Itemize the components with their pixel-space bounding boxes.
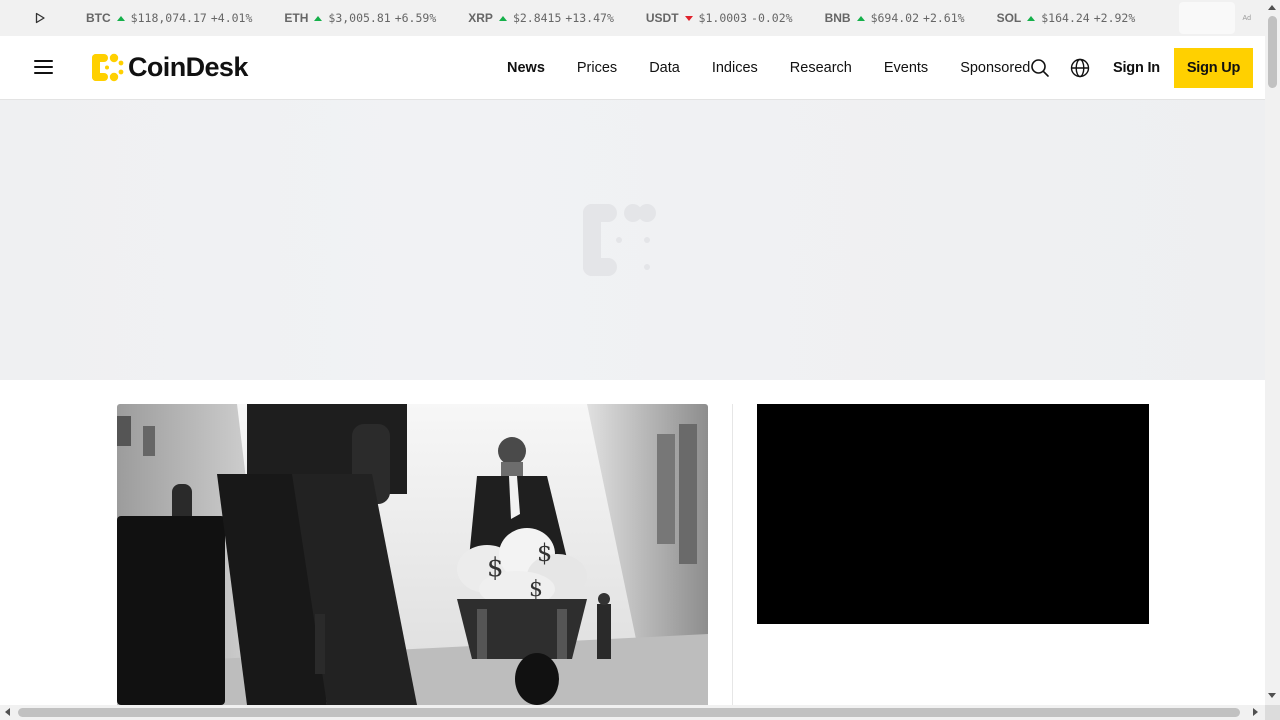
horizontal-scroll-thumb[interactable]	[18, 708, 1240, 717]
ticker-change: -0.02%	[751, 11, 793, 25]
ticker-price: $118,074.17	[130, 11, 207, 25]
video-player[interactable]	[757, 404, 1149, 624]
ticker-change: +13.47%	[565, 11, 614, 25]
vertical-scroll-thumb[interactable]	[1268, 16, 1277, 88]
ticker-item[interactable]: USDT $1.0003 -0.02%	[646, 11, 793, 25]
nav-events[interactable]: Events	[868, 60, 944, 76]
ticker-price: $694.02	[870, 11, 920, 25]
arrow-up-icon	[856, 15, 865, 21]
globe-icon[interactable]	[1069, 57, 1091, 79]
svg-text:$: $	[537, 539, 552, 567]
nav-data[interactable]: Data	[633, 60, 696, 76]
hamburger-menu-icon[interactable]	[34, 60, 53, 76]
nav-news[interactable]: News	[491, 60, 561, 76]
ticker-symbol: BTC	[86, 11, 111, 25]
svg-text:$: $	[529, 577, 543, 602]
site-header: CoinDesk News Prices Data Indices Research Ev…	[0, 36, 1265, 100]
ticker-price: $2.8415	[512, 11, 562, 25]
ticker-change: +2.92%	[1093, 11, 1136, 25]
ticker-symbol: XRP	[468, 11, 493, 25]
sign-in-link[interactable]: Sign In	[1113, 60, 1160, 76]
horizontal-scrollbar[interactable]	[0, 705, 1265, 720]
coindesk-placeholder-icon	[583, 204, 656, 276]
sign-up-button[interactable]: Sign Up	[1174, 48, 1253, 88]
ticker-item[interactable]: SOL $164.24 +2.92%	[997, 11, 1136, 25]
ad-label: Ad	[1242, 14, 1251, 22]
scroll-right-icon[interactable]	[1253, 708, 1258, 716]
ticker-item[interactable]: ETH $3,005.81 +6.59%	[284, 11, 436, 25]
scroll-left-icon[interactable]	[5, 708, 10, 716]
ticker-item[interactable]: BNB $694.02 +2.61%	[825, 11, 965, 25]
ticker-symbol: SOL	[996, 11, 1022, 25]
nav-prices[interactable]: Prices	[561, 60, 633, 76]
arrow-up-icon	[314, 15, 323, 21]
svg-text:$: $	[487, 553, 504, 583]
play-icon[interactable]	[28, 12, 52, 24]
ticker-symbol: BNB	[824, 11, 851, 25]
ticker-change: +6.59%	[394, 11, 437, 25]
price-ticker: BTC $118,074.17 +4.01% ETH $3,005.81 +6.59% XR…	[0, 0, 1265, 36]
ad-logo	[1179, 2, 1235, 34]
ticker-item[interactable]: BTC $118,074.17 +4.01%	[86, 11, 252, 25]
coindesk-logo-icon	[92, 53, 124, 82]
ticker-change: +4.01%	[210, 11, 253, 25]
nav-indices[interactable]: Indices	[696, 60, 774, 76]
ticker-price: $3,005.81	[328, 11, 391, 25]
ticker-symbol: USDT	[645, 11, 679, 25]
ticker-item[interactable]: XRP $2.8415 +13.47%	[468, 11, 614, 25]
hero-photo: $ $ $	[117, 404, 708, 705]
arrow-up-icon	[116, 15, 125, 21]
search-icon[interactable]	[1029, 57, 1051, 79]
ticker-price: $164.24	[1041, 11, 1090, 25]
ticker-symbol: ETH	[284, 11, 309, 25]
scrollbar-corner	[1265, 705, 1280, 720]
coindesk-logo[interactable]: CoinDesk	[92, 51, 248, 84]
vertical-scrollbar[interactable]	[1265, 0, 1280, 705]
hero-article-image[interactable]: $ $ $	[117, 404, 708, 705]
ticker-ad[interactable]: Ad	[1161, 0, 1251, 36]
nav-research[interactable]: Research	[774, 60, 868, 76]
logo-text: CoinDesk	[128, 52, 248, 82]
column-divider	[732, 404, 733, 709]
arrow-up-icon	[498, 15, 507, 21]
scroll-down-icon[interactable]	[1268, 693, 1276, 698]
ticker-items: BTC $118,074.17 +4.01% ETH $3,005.81 +6.59% XR…	[86, 11, 1135, 25]
main-nav: News Prices Data Indices Research Events Spons…	[491, 36, 1046, 100]
arrow-up-icon	[1027, 15, 1036, 21]
ticker-price: $1.0003	[698, 11, 748, 25]
arrow-down-icon	[684, 15, 693, 21]
ticker-change: +2.61%	[923, 11, 965, 25]
scroll-up-icon[interactable]	[1268, 5, 1276, 10]
